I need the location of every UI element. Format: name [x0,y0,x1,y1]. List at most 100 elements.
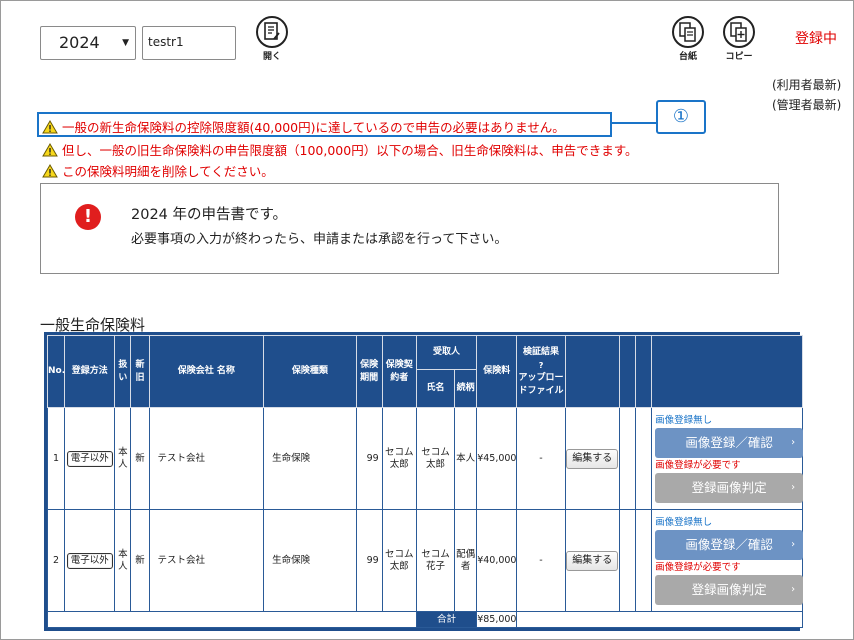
row-new-old: 新 [130,509,150,612]
chevron-right-icon: › [791,583,796,595]
row-new-old: 新 [130,407,150,510]
row-premium: ¥40,000 [476,509,518,612]
row-relation: 配偶者 [454,509,478,612]
copy-label: コピー [725,52,753,62]
ledger-label: 台紙 [678,52,697,62]
info-title: 2024 年の申告書です。 [131,207,288,223]
warning-text-2: 但し、一般の旧生命保険料の申告限度額（100,000円）以下の場合、旧生命保険料… [62,143,638,158]
image-required-note: 画像登録が必要です [655,459,741,471]
col-relation: 続柄 [454,369,478,408]
open-button[interactable]: 開く [252,16,292,62]
row-period: 99 [355,509,383,612]
open-label: 開く [262,52,281,62]
ledger-button[interactable]: 台紙 [668,16,708,62]
image-register-button[interactable]: 画像登録／確認 › [655,529,804,560]
warning-icon [42,163,58,177]
callout-connector [612,122,656,124]
col-blank-1 [618,335,637,408]
edit-button[interactable]: 編集する [566,550,619,571]
callout-badge: ① [656,100,706,134]
chevron-right-icon: › [791,436,796,448]
col-premium: 保険料 [476,335,518,408]
info-message: 必要事項の入力が終わったら、申請または承認を行って下さい。 [131,232,508,247]
alert-icon: ! [75,204,101,230]
col-image [651,335,803,408]
image-required-note: 画像登録が必要です [655,561,741,573]
col-verify: 検証結果 ? アップロードファイル [516,335,566,408]
row-company: テスト会社 [148,407,265,510]
image-status-note: 画像登録無し [655,414,713,426]
status-text: 登録中 [795,31,837,47]
col-verify-bottom: アップロードファイル [518,372,564,396]
col-verify-top: 検証結果 [523,346,560,357]
chevron-down-icon: ▼ [122,38,129,48]
col-company: 保険会社 名称 [148,335,265,408]
row-blank-2 [634,407,653,510]
col-period: 保険期間 [355,335,383,408]
row-recipient-name: セコム太郎 [415,407,456,510]
table-row: 1 電子以外 本人 新 テスト会社 生命保険 99 セコム太郎 セコム太郎 本人… [46,407,804,510]
method-badge[interactable]: 電子以外 [66,450,113,467]
highlight-box [37,112,612,137]
col-no: No. [46,335,65,408]
row-type: 生命保険 [263,407,357,510]
image-judge-label: 登録画像判定 [691,479,767,495]
table-row: 2 電子以外 本人 新 テスト会社 生命保険 99 セコム太郎 セコム花子 配偶… [46,509,804,612]
document-edit-icon [256,16,288,48]
help-icon[interactable]: ? [517,359,564,372]
row-type: 生命保険 [263,509,357,612]
method-badge[interactable]: 電子以外 [66,552,113,569]
col-new-old: 新旧 [130,335,150,408]
chevron-right-icon: › [791,538,796,550]
row-handling: 本人 [114,407,132,510]
ledger-icon [672,16,704,48]
row-contractor: セコム太郎 [381,509,417,612]
col-recipient: 受取人 [415,335,478,370]
warning-icon [42,142,58,156]
total-value: ¥85,000 [476,611,518,628]
row-period: 99 [355,407,383,510]
image-judge-button[interactable]: 登録画像判定 › [655,472,804,503]
row-blank-1 [618,407,637,510]
image-register-label: 画像登録／確認 [685,434,773,450]
warning-text-3: この保険料明細を削除してください。 [62,164,274,179]
image-judge-button[interactable]: 登録画像判定 › [655,574,804,605]
col-method: 登録方法 [64,335,116,408]
copy-button[interactable]: コピー [718,16,760,62]
image-register-label: 画像登録／確認 [685,536,773,552]
row-premium: ¥45,000 [476,407,518,510]
col-recipient-name: 氏名 [415,369,456,408]
row-verify: - [516,407,566,510]
edit-button[interactable]: 編集する [566,448,619,469]
row-company: テスト会社 [148,509,265,612]
chevron-right-icon: › [791,481,796,493]
warning-line-3: この保険料明細を削除してください。 [42,161,274,180]
image-judge-label: 登録画像判定 [691,581,767,597]
name-input[interactable]: testr1 [142,26,236,60]
row-blank-2 [634,509,653,612]
total-row: 合計 ¥85,000 [47,611,803,628]
col-contractor: 保険契約者 [381,335,417,408]
row-contractor: セコム太郎 [381,407,417,510]
insurance-table: No. 登録方法 扱い 新旧 保険会社 名称 保険種類 保険期間 保険契約者 受… [44,332,804,631]
year-select[interactable]: 2024 ▼ [40,26,136,60]
row-blank-1 [618,509,637,612]
col-edit [564,335,620,408]
row-handling: 本人 [114,509,132,612]
row-recipient-name: セコム花子 [415,509,456,612]
row-no: 2 [46,509,66,612]
image-register-button[interactable]: 画像登録／確認 › [655,427,804,458]
copy-icon [723,16,755,48]
col-type: 保険種類 [263,335,357,408]
warning-line-2: 但し、一般の旧生命保険料の申告限度額（100,000円）以下の場合、旧生命保険料… [42,140,637,159]
total-label: 合計 [415,611,478,628]
row-relation: 本人 [454,407,478,510]
col-handling: 扱い [114,335,132,408]
user-latest-text: (利用者最新) [772,78,842,92]
admin-latest-text: (管理者最新) [772,98,842,112]
info-panel: ! 2024 年の申告書です。 必要事項の入力が終わったら、申請または承認を行っ… [40,183,779,274]
image-status-note: 画像登録無し [655,516,713,528]
row-verify: - [516,509,566,612]
row-no: 1 [46,407,66,510]
col-blank-2 [634,335,653,408]
